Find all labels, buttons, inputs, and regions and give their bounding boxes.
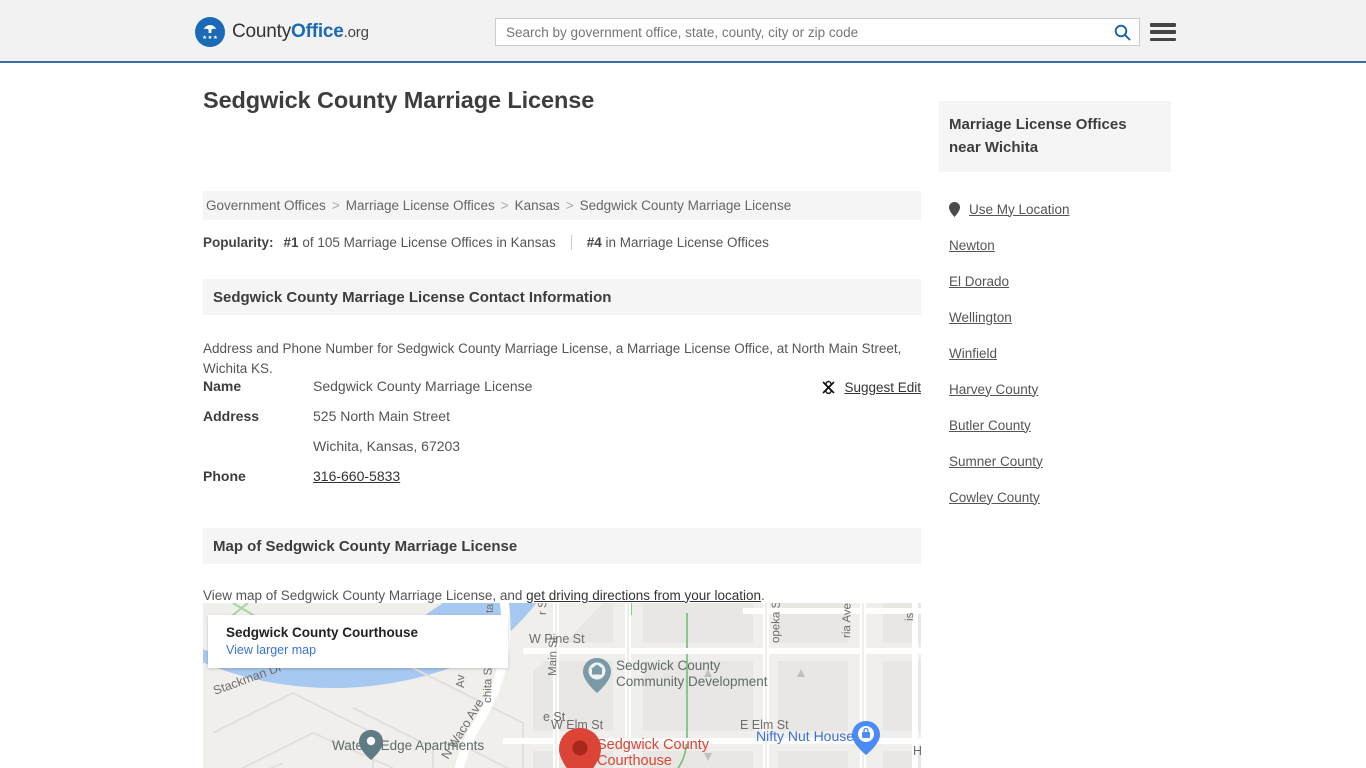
map-label-community-development-2: Community Development [616, 674, 768, 689]
breadcrumb-item-kansas[interactable]: Kansas [515, 198, 560, 213]
menu-bar-2 [1150, 30, 1176, 34]
map-label-main-marker-1: Sedgwick County [597, 737, 710, 753]
popularity-row: Popularity: #1 of 105 Marriage License O… [203, 235, 769, 250]
popularity-state-text: of 105 Marriage License Offices in Kansa… [302, 235, 556, 250]
map-card-title: Sedgwick County Courthouse [226, 625, 419, 640]
sidebar-link-newton[interactable]: Newton [949, 238, 995, 253]
driving-directions-link[interactable]: get driving directions from your locatio… [526, 588, 761, 603]
map-description-prefix: View map of Sedgwick County Marriage Lic… [203, 587, 527, 603]
sidebar-link-harvey-county[interactable]: Harvey County [949, 382, 1038, 397]
map-label-nifty-nut: Nifty Nut House [756, 728, 854, 744]
map-description-suffix: . [761, 587, 765, 603]
map-label-main-st: Main St [547, 636, 560, 676]
map-main-marker [559, 728, 601, 768]
menu-bar-1 [1150, 23, 1176, 27]
site-header: CountyOffice.org [0, 0, 1366, 63]
contact-label-phone: Phone [203, 468, 246, 484]
table-row: Address 525 North Main Street [203, 408, 921, 438]
sidebar-link-wellington[interactable]: Wellington [949, 310, 1012, 325]
contact-value-phone[interactable]: 316-660-5833 [313, 468, 400, 484]
hamburger-menu-icon[interactable] [1150, 20, 1176, 44]
popularity-state-rank: #1 [283, 235, 299, 250]
breadcrumb-separator: > [500, 198, 509, 213]
map-label-h: H [913, 744, 921, 758]
table-row: Phone 316-660-5833 [203, 468, 921, 498]
map-view-larger-link[interactable]: View larger map [226, 641, 497, 659]
map-section-header: Map of Sedgwick County Marriage License [203, 528, 921, 564]
suggest-edit-label: Suggest Edit [844, 380, 921, 395]
logo-text-office: Office [291, 21, 344, 42]
sidebar-item-butler-county[interactable]: Butler County [939, 407, 1171, 443]
logo-text-county: County [232, 21, 292, 42]
map-pin-icon [949, 201, 960, 217]
popularity-divider [570, 235, 572, 250]
sidebar-item-wellington[interactable]: Wellington [939, 299, 1171, 335]
sidebar-link-cowley-county[interactable]: Cowley County [949, 490, 1040, 505]
map-info-card[interactable]: Sedgwick County Courthouse View larger m… [208, 615, 508, 668]
contact-table: Name Sedgwick County Marriage License Ad… [203, 378, 921, 498]
search-input[interactable] [496, 19, 1105, 45]
contact-label-name: Name [203, 378, 242, 394]
suggest-edit-button[interactable]: Suggest Edit [821, 380, 921, 395]
map-label-main-marker-2: Courthouse [597, 753, 672, 768]
search-icon [1114, 24, 1130, 40]
breadcrumb-item-marriage-license-offices[interactable]: Marriage License Offices [346, 198, 495, 213]
sidebar-item-winfield[interactable]: Winfield [939, 335, 1171, 371]
popularity-category-text: in Marriage License Offices [605, 235, 769, 250]
eagle-seal-icon [195, 17, 225, 47]
breadcrumb-item-current: Sedgwick County Marriage License [579, 198, 792, 213]
logo-wordmark: CountyOffice.org [232, 21, 369, 43]
popularity-label: Popularity: [203, 235, 274, 250]
site-logo[interactable]: CountyOffice.org [195, 17, 369, 47]
sidebar-title: Marriage License Offices near Wichita [939, 101, 1171, 172]
sidebar-item-harvey-county[interactable]: Harvey County [939, 371, 1171, 407]
map-label-topeka: opeka St [770, 603, 783, 643]
contact-description: Address and Phone Number for Sedgwick Co… [203, 340, 902, 376]
sidebar-item-newton[interactable]: Newton [939, 227, 1171, 263]
breadcrumb-separator: > [565, 198, 574, 213]
sidebar-item-sumner-county[interactable]: Sumner County [939, 443, 1171, 479]
contact-value-address-line2: Wichita, Kansas, 67203 [313, 438, 461, 454]
sidebar-link-sumner-county[interactable]: Sumner County [949, 454, 1043, 469]
breadcrumb-item-government-offices[interactable]: Government Offices [206, 198, 326, 213]
search-button[interactable] [1105, 19, 1139, 45]
map-label-victoria: ria Ave [841, 603, 854, 638]
map-label-ta-top: ta [484, 603, 496, 613]
sidebar-link-butler-county[interactable]: Butler County [949, 418, 1031, 433]
map-label-st-right: r St [537, 603, 549, 615]
popularity-category-rank: #4 [586, 235, 602, 250]
breadcrumb-separator: > [331, 198, 340, 213]
map-description: View map of Sedgwick County Marriage Lic… [203, 588, 903, 603]
contact-value-name: Sedgwick County Marriage License [313, 378, 533, 394]
sidebar: Marriage License Offices near Wichita Us… [939, 101, 1171, 515]
sidebar-link-el-dorado[interactable]: El Dorado [949, 274, 1009, 289]
sidebar-link-winfield[interactable]: Winfield [949, 346, 997, 361]
map-label-wichita-st: chita St [482, 664, 495, 703]
map-label-is-top: is [904, 612, 916, 621]
search-bar [495, 18, 1140, 46]
breadcrumb: Government Offices > Marriage License Of… [203, 191, 921, 220]
table-row: Wichita, Kansas, 67203 [203, 438, 921, 468]
table-row: Name Sedgwick County Marriage License [203, 378, 921, 408]
map-label-community-development-1: Sedgwick County [616, 658, 721, 673]
map-embed[interactable]: Stackman Dr Water's Edge Apartments Av t… [203, 603, 921, 768]
sidebar-item-el-dorado[interactable]: El Dorado [939, 263, 1171, 299]
contact-label-address: Address [203, 408, 260, 424]
sidebar-item-use-my-location[interactable]: Use My Location [939, 191, 1171, 227]
page-title: Sedgwick County Marriage License [203, 87, 595, 113]
contact-section-header: Sedgwick County Marriage License Contact… [203, 279, 921, 315]
menu-bar-3 [1150, 37, 1176, 41]
contact-value-address-line1: 525 North Main Street [313, 408, 450, 424]
sidebar-use-my-location-label[interactable]: Use My Location [969, 202, 1070, 217]
edit-cross-icon [822, 380, 836, 395]
logo-text-org: .org [343, 24, 369, 41]
map-label-av-top: Av [455, 674, 467, 688]
sidebar-item-cowley-county[interactable]: Cowley County [939, 479, 1171, 515]
